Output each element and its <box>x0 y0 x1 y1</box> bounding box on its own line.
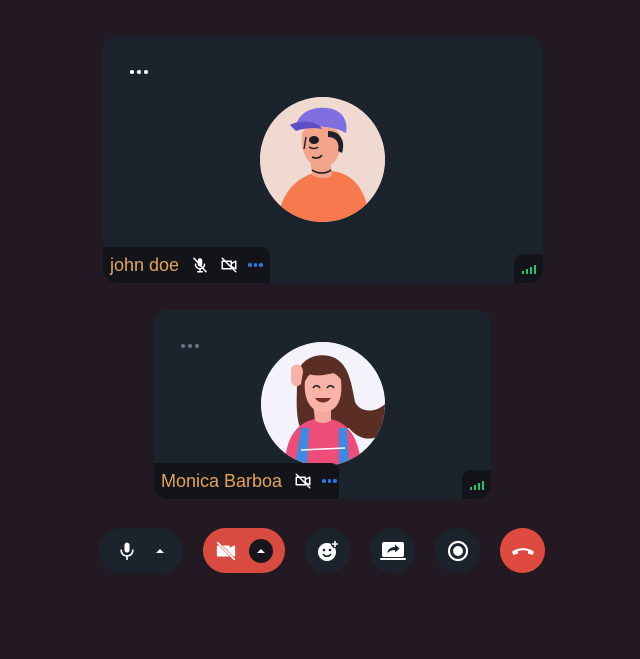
screen-share-icon <box>379 541 406 560</box>
microphone-button[interactable] <box>99 528 183 573</box>
video-tile-john-doe[interactable]: john doe <box>103 36 543 283</box>
avatar-monica-barboa <box>261 342 385 466</box>
participant-name: Monica Barboa <box>161 470 283 491</box>
participant-name-bar: john doe <box>103 247 270 283</box>
camera-off-icon[interactable] <box>294 471 312 491</box>
emoji-add-icon <box>317 539 339 561</box>
mic-muted-icon[interactable] <box>191 255 210 275</box>
camera-off-icon <box>216 540 236 561</box>
tile-options-icon[interactable] <box>181 344 199 348</box>
more-options-icon[interactable] <box>248 263 263 267</box>
video-tile-monica-barboa[interactable]: Monica Barboa <box>154 310 491 499</box>
reactions-button[interactable] <box>305 528 350 573</box>
camera-off-icon[interactable] <box>220 255 239 275</box>
phone-hangup-icon <box>511 547 534 555</box>
participant-name: john doe <box>110 254 180 275</box>
avatar-john-doe <box>260 97 385 222</box>
more-options-icon[interactable] <box>322 479 337 483</box>
participant-name-bar: Monica Barboa <box>154 463 339 499</box>
share-screen-button[interactable] <box>370 528 415 573</box>
camera-options-button[interactable] <box>249 538 273 563</box>
record-button[interactable] <box>435 528 480 573</box>
end-call-button[interactable] <box>500 528 545 573</box>
camera-toggle-button[interactable] <box>203 528 285 573</box>
record-icon <box>447 540 468 561</box>
microphone-icon <box>120 542 134 560</box>
signal-strength-icon <box>514 254 543 283</box>
signal-strength-icon <box>462 470 491 499</box>
call-controls-bar <box>0 528 640 573</box>
chevron-up-icon[interactable] <box>155 547 165 555</box>
chevron-up-icon <box>257 548 265 553</box>
tile-options-icon[interactable] <box>130 70 148 74</box>
